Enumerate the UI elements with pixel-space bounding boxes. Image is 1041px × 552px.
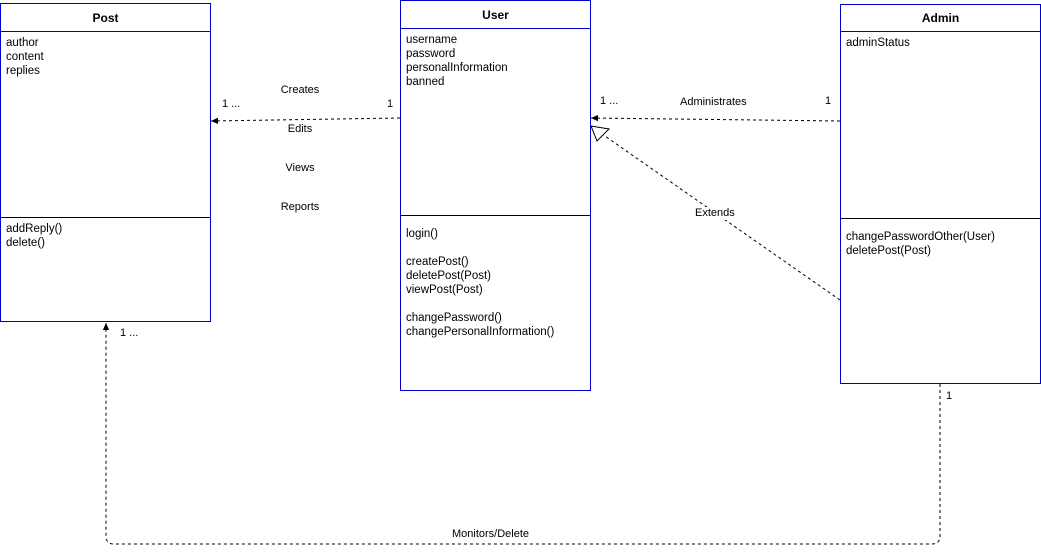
post-method-addreply: addReply()	[6, 223, 63, 235]
class-post[interactable]: Post author content replies addReply() d…	[0, 3, 211, 322]
class-post-attributes: author content replies	[1, 32, 210, 217]
multiplicity-admin-post-target: 1 ...	[120, 327, 139, 339]
post-method-delete: delete()	[6, 237, 45, 249]
user-method-deletepost: deletePost(Post)	[406, 270, 492, 282]
user-attribute-personalinformation: personalInformation	[406, 62, 508, 74]
association-label-reports: Reports	[280, 201, 320, 213]
post-attribute-author: author	[6, 37, 39, 49]
user-attribute-username: username	[406, 34, 458, 46]
multiplicity-admin-user-source: 1	[825, 95, 832, 107]
user-method-changepassword: changePassword()	[406, 312, 502, 324]
association-admin-user-label: Administrates	[680, 96, 747, 108]
user-method-viewpost: viewPost(Post)	[406, 284, 483, 296]
multiplicity-admin-user-target: 1 ...	[600, 95, 619, 107]
class-user-methods: login() createPost() deletePost(Post) vi…	[401, 215, 590, 390]
post-attribute-content: content	[6, 51, 44, 63]
user-attribute-banned: banned	[406, 76, 445, 88]
class-user[interactable]: User username password personalInformati…	[400, 0, 591, 391]
class-user-name: User	[401, 1, 590, 29]
admin-attribute-adminstatus: adminStatus	[846, 37, 910, 49]
admin-method-changepasswordother: changePasswordOther(User)	[846, 231, 995, 243]
class-post-methods: addReply() delete()	[1, 217, 210, 321]
association-label-views: Views	[285, 162, 315, 174]
class-diagram: Post author content replies addReply() d…	[0, 0, 1041, 552]
association-label-edits: Edits	[287, 123, 313, 135]
user-method-spacer	[406, 241, 590, 255]
class-user-attributes: username password personalInformation ba…	[401, 29, 590, 215]
user-attribute-password: password	[406, 48, 456, 60]
association-label-creates: Creates	[280, 84, 320, 96]
multiplicity-admin-post-source: 1	[946, 390, 953, 402]
user-method-createpost: createPost()	[406, 256, 469, 268]
inheritance-admin-user-label: Extends	[694, 207, 736, 220]
multiplicity-user-post-target: 1 ...	[222, 98, 241, 110]
class-admin-name: Admin	[841, 5, 1040, 32]
class-admin[interactable]: Admin adminStatus changePasswordOther(Us…	[840, 4, 1041, 384]
association-user-post-label: Creates Edits Views Reports	[265, 58, 335, 240]
inheritance-arrowhead	[590, 125, 611, 142]
association-admin-post-label: Monitors/Delete	[451, 528, 531, 541]
multiplicity-user-post-source: 1	[387, 98, 394, 110]
class-admin-attributes: adminStatus	[841, 32, 1040, 218]
user-method-spacer	[406, 297, 590, 311]
admin-method-deletepost: deletePost(Post)	[846, 245, 932, 257]
association-admin-user[interactable]	[590, 114, 841, 122]
post-attribute-replies: replies	[6, 65, 40, 77]
user-method-login: login()	[406, 228, 438, 240]
class-admin-methods: changePasswordOther(User) deletePost(Pos…	[841, 218, 1040, 383]
class-post-name: Post	[1, 4, 210, 32]
user-method-changepersonalinformation: changePersonalInformation()	[406, 326, 555, 338]
